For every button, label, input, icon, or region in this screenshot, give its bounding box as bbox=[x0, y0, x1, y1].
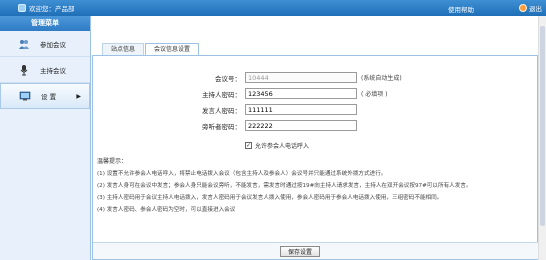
scrollbar-thumb[interactable] bbox=[540, 26, 545, 226]
sidebar: 管理菜单 参加会议 主持会议 设 置 ▶ bbox=[0, 16, 91, 260]
speaker-password-field[interactable] bbox=[245, 104, 357, 115]
row-listener-password: 旁听者密码： bbox=[185, 120, 357, 131]
chevron-right-icon: ▶ bbox=[76, 92, 81, 100]
tip-line: (1) 设置不允许参会人电话呼入，将禁止电话拨入会议（包含主持人及参会人）会议号… bbox=[97, 171, 387, 177]
speaker-password-label: 发言人密码： bbox=[202, 106, 241, 115]
sidebar-item-label: 参加会议 bbox=[40, 40, 66, 49]
tip-line: (2) 发言人身可在会议中发言；参会人身只能会议旁听，不能发言，需发言时通过按1… bbox=[97, 183, 472, 189]
host-password-label: 主持人密码： bbox=[202, 90, 241, 99]
sidebar-item-settings[interactable]: 设 置 ▶ bbox=[0, 83, 90, 109]
tips-section: 温馨提示： (1) 设置不允许参会人电话呼入，将禁止电话拨入会议（包含主持人及参… bbox=[97, 156, 533, 217]
logout-label: 退出 bbox=[529, 5, 542, 13]
microphone-icon bbox=[20, 64, 28, 75]
meeting-number-field bbox=[245, 72, 357, 83]
settings-screen-icon bbox=[19, 91, 31, 101]
vertical-scrollbar[interactable] bbox=[538, 16, 546, 260]
logout-icon bbox=[519, 4, 527, 12]
allow-call-in-checkbox[interactable]: ✓ bbox=[245, 142, 252, 149]
settings-form: 会议号： (系统自动生成) 主持人密码： ( 必填项 ) 发言人密码： 旁听者密… bbox=[92, 55, 539, 260]
meeting-number-label: 会议号： bbox=[215, 74, 241, 83]
allow-call-in-option[interactable]: ✓ 允许参会人电话呼入 bbox=[245, 141, 309, 150]
meeting-number-note: (系统自动生成) bbox=[361, 75, 402, 82]
row-host-password: 主持人密码： ( 必填项 ) bbox=[185, 88, 388, 99]
tab-bar: 站点信息 会议信息设置 bbox=[102, 43, 200, 55]
tab-meeting-settings[interactable]: 会议信息设置 bbox=[145, 43, 200, 55]
tab-site-info[interactable]: 站点信息 bbox=[102, 43, 145, 55]
user-icon bbox=[18, 4, 26, 12]
tip-line: (4) 发言人密码、参会人密码为空时，可以直接进入会议 bbox=[97, 207, 236, 213]
tip-line: (3) 主持人密码用于会议主持人电话拨入，发言人密码用于会议发言人拨入使用，参会… bbox=[97, 195, 443, 201]
listener-password-label: 旁听者密码： bbox=[202, 122, 241, 131]
logout-button[interactable]: 退出 bbox=[519, 3, 542, 13]
welcome-area: 欢迎您：产品部 bbox=[18, 3, 75, 13]
listener-password-field[interactable] bbox=[245, 120, 357, 131]
host-password-note: ( 必填项 ) bbox=[361, 91, 388, 98]
sidebar-title: 管理菜单 bbox=[0, 16, 90, 31]
allow-call-in-label: 允许参会人电话呼入 bbox=[255, 143, 310, 150]
sidebar-item-label: 主持会议 bbox=[40, 66, 66, 75]
row-meeting-number: 会议号： (系统自动生成) bbox=[185, 72, 402, 83]
help-link[interactable]: 使用帮助 bbox=[448, 4, 474, 14]
top-bar: 欢迎您：产品部 使用帮助 退出 bbox=[0, 0, 546, 16]
group-icon bbox=[19, 39, 29, 49]
sidebar-item-host-meeting[interactable]: 主持会议 bbox=[0, 57, 90, 83]
main-panel: 站点信息 会议信息设置 会议号： (系统自动生成) 主持人密码： ( 必填项 )… bbox=[92, 16, 546, 260]
welcome-text: 欢迎您：产品部 bbox=[29, 5, 75, 13]
row-speaker-password: 发言人密码： bbox=[185, 104, 357, 115]
host-password-field[interactable] bbox=[245, 88, 357, 99]
form-footer: 保存设置 bbox=[93, 242, 539, 259]
sidebar-item-label: 设 置 bbox=[41, 93, 57, 101]
tips-title: 温馨提示： bbox=[97, 158, 128, 165]
save-settings-button[interactable]: 保存设置 bbox=[280, 246, 320, 257]
sidebar-item-join-meeting[interactable]: 参加会议 bbox=[0, 31, 90, 57]
